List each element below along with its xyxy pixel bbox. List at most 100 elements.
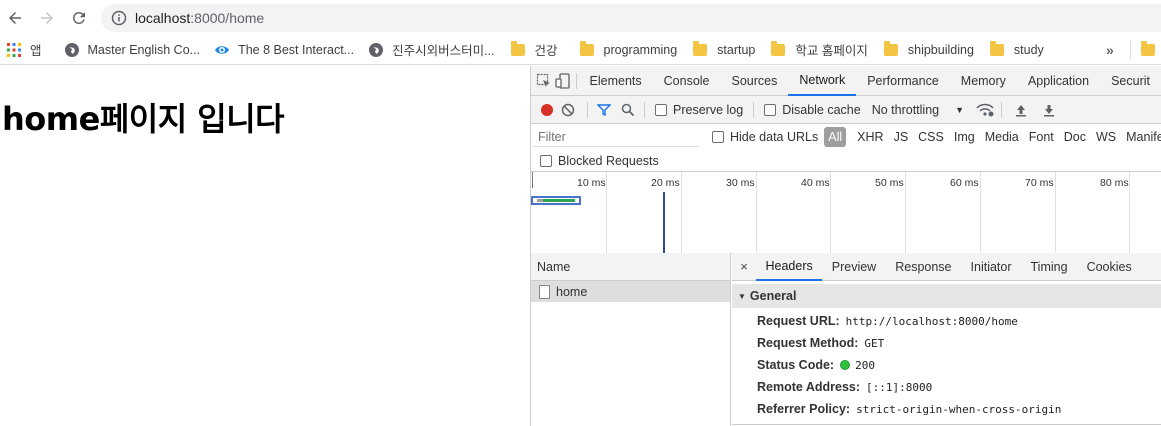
inspect-cursor-icon	[537, 73, 551, 87]
type-filter-ws[interactable]: WS	[1092, 127, 1120, 147]
bookmark-8-best[interactable]: The 8 Best Interact...	[208, 35, 360, 65]
disable-cache-checkbox[interactable]	[764, 103, 777, 116]
type-filter-manifest[interactable]: Manifest	[1122, 127, 1161, 147]
request-row[interactable]: home	[531, 281, 730, 302]
grid-line	[1129, 172, 1130, 253]
timeline-start-marker	[532, 172, 533, 188]
referrer-policy-value: strict-origin-when-cross-origin	[856, 402, 1062, 416]
status-code-row: Status Code: 200	[732, 354, 1161, 376]
devtools-tabbar: Elements Console Sources Network Perform…	[531, 66, 1161, 96]
hide-data-urls-checkbox[interactable]	[712, 131, 724, 143]
tab-preview[interactable]: Preview	[822, 253, 885, 281]
reload-icon	[72, 11, 85, 24]
throttling-select[interactable]: No throttling	[872, 103, 939, 117]
url-text: localhost:8000/home	[135, 10, 265, 26]
type-filter-js[interactable]: JS	[890, 127, 913, 147]
clear-icon	[561, 103, 575, 116]
referrer-policy-label: Referrer Policy:	[757, 402, 851, 416]
bookmark-label: 진주시외버스터미...	[392, 44, 495, 58]
clear-button[interactable]	[553, 95, 583, 125]
request-list: Name home	[531, 253, 731, 426]
type-filter-xhr[interactable]: XHR	[853, 127, 887, 147]
arrow-left-icon	[9, 11, 21, 24]
bookmark-apps[interactable]: 앱	[0, 35, 48, 65]
record-button[interactable]	[541, 103, 553, 116]
bookmark-folder-school[interactable]: 학교 홈페이지	[765, 35, 873, 65]
tab-application[interactable]: Application	[1017, 66, 1100, 96]
info-icon[interactable]	[111, 10, 127, 26]
toolbar-divider	[753, 101, 755, 118]
search-button[interactable]	[616, 95, 640, 125]
tab-security[interactable]: Securit	[1100, 66, 1161, 96]
filter-input[interactable]	[533, 127, 699, 147]
back-button[interactable]	[3, 6, 27, 30]
section-divider	[732, 424, 1161, 425]
bookmarks-overflow-button[interactable]: »	[1106, 35, 1114, 65]
timeline-tick: 10 ms	[577, 177, 606, 189]
tab-timing[interactable]: Timing	[1021, 253, 1077, 281]
request-method-row: Request Method: GET	[732, 332, 1161, 354]
globe-icon	[64, 42, 79, 57]
forward-button[interactable]	[35, 6, 59, 30]
import-har-icon[interactable]	[1014, 103, 1028, 117]
bookmark-master-english[interactable]: Master English Co...	[58, 35, 207, 65]
bookmark-folder-study[interactable]: study	[984, 35, 1050, 65]
type-filter-css[interactable]: CSS	[914, 127, 948, 147]
bookmark-label: Master English Co...	[87, 42, 201, 57]
timeline-overview[interactable]: 10 ms 20 ms 30 ms 40 ms 50 ms 60 ms 70 m…	[531, 172, 1161, 254]
tab-elements[interactable]: Elements	[581, 66, 653, 96]
tab-response[interactable]: Response	[886, 253, 961, 281]
type-filter-all[interactable]: All	[824, 127, 847, 147]
referrer-policy-row: Referrer Policy: strict-origin-when-cros…	[732, 398, 1161, 420]
bookmark-label: The 8 Best Interact...	[238, 42, 355, 57]
remote-address-label: Remote Address:	[757, 380, 861, 394]
tab-initiator[interactable]: Initiator	[961, 253, 1021, 281]
blocked-requests-checkbox[interactable]	[540, 154, 552, 167]
dropdown-arrow-icon[interactable]: ▼	[955, 105, 964, 115]
tab-network[interactable]: Network	[788, 66, 857, 96]
triangle-down-icon: ▼	[738, 291, 746, 301]
bookmark-folder-shipbuilding[interactable]: shipbuilding	[878, 35, 980, 65]
preserve-log-checkbox[interactable]	[655, 103, 667, 116]
request-details: × Headers Preview Response Initiator Tim…	[732, 253, 1161, 426]
filter-toggle-button[interactable]	[592, 95, 616, 125]
request-url-label: Request URL:	[757, 314, 840, 328]
timeline-tick: 50 ms	[875, 177, 904, 189]
device-toolbar-button[interactable]	[553, 66, 571, 96]
load-event-line	[663, 192, 665, 253]
type-filter-media[interactable]: Media	[981, 127, 1023, 147]
tab-cookies[interactable]: Cookies	[1077, 253, 1141, 281]
type-filter-img[interactable]: Img	[950, 127, 979, 147]
bookmarks-divider	[1130, 41, 1131, 59]
reload-button[interactable]	[67, 6, 91, 30]
bookmark-folder-startup[interactable]: startup	[687, 35, 761, 65]
tab-memory[interactable]: Memory	[950, 66, 1017, 96]
timeline-selection-window[interactable]	[531, 196, 581, 205]
type-filter-font[interactable]: Font	[1025, 127, 1058, 147]
request-name: home	[556, 284, 588, 299]
toolbar-divider	[644, 101, 645, 118]
inspect-element-button[interactable]	[535, 66, 553, 96]
tab-headers[interactable]: Headers	[756, 253, 823, 281]
page-heading: home페이지 입니다	[2, 100, 285, 138]
export-har-icon[interactable]	[1042, 103, 1056, 117]
bookmark-folder-programming[interactable]: programming	[574, 35, 684, 65]
name-column-header[interactable]: Name	[531, 253, 730, 281]
type-filter-doc[interactable]: Doc	[1060, 127, 1090, 147]
close-icon[interactable]: ×	[732, 259, 756, 274]
toolbar-divider	[575, 72, 577, 89]
tab-sources[interactable]: Sources	[721, 66, 789, 96]
request-url-value: http://localhost:8000/home	[845, 314, 1018, 328]
preserve-log-label: Preserve log	[673, 102, 744, 117]
tab-performance[interactable]: Performance	[856, 66, 950, 96]
general-section-label: General	[749, 289, 797, 303]
tab-console[interactable]: Console	[653, 66, 721, 96]
folder-icon[interactable]	[1141, 41, 1155, 56]
grid-line	[980, 172, 981, 253]
document-icon	[539, 284, 550, 299]
network-conditions-icon[interactable]	[975, 102, 995, 118]
address-bar[interactable]: localhost:8000/home	[101, 4, 1161, 32]
general-section-header[interactable]: ▼ General	[732, 284, 1161, 308]
bookmark-jinju-bus[interactable]: 진주시외버스터미...	[362, 35, 500, 65]
bookmark-folder-health[interactable]: 건강	[505, 35, 564, 65]
